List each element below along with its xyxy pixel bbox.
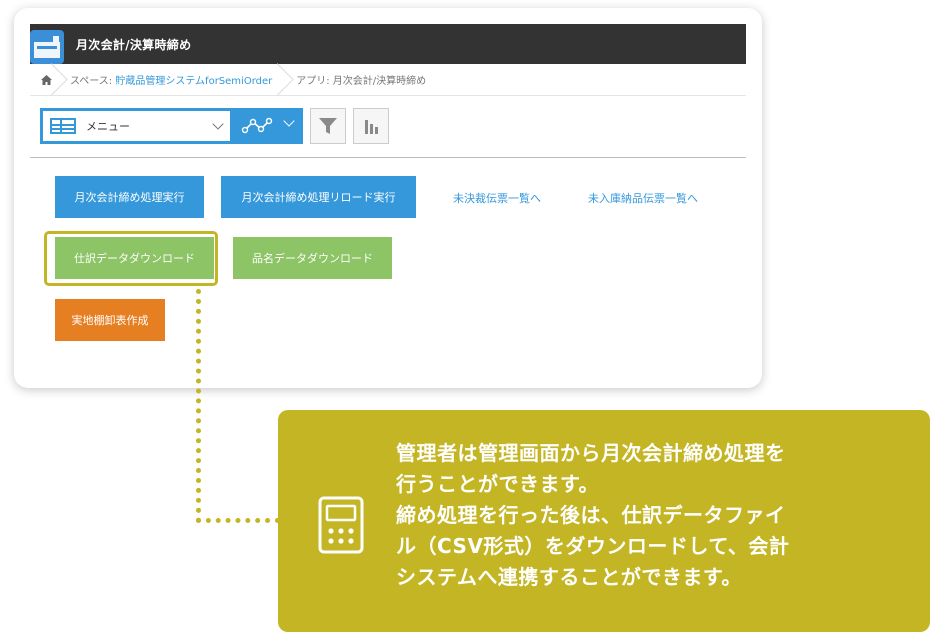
breadcrumb-space-link[interactable]: 貯蔵品管理システムforSemiOrder <box>115 76 272 87</box>
bar-chart-icon <box>365 120 378 134</box>
chevron-down-icon <box>283 115 295 127</box>
filter-icon <box>319 118 337 134</box>
item-download-button[interactable]: 品名データダウンロード <box>233 237 392 279</box>
not-received-slips-link[interactable]: 未入庫納品伝票一覧へ <box>588 190 698 206</box>
table-icon <box>50 118 76 134</box>
monthly-close-button[interactable]: 月次会計締め処理実行 <box>55 176 204 218</box>
app-header: 月次会計/決算時締め <box>30 24 746 64</box>
callout-line: システムへ連携することができます。 <box>396 565 742 589</box>
app-title: 月次会計/決算時締め <box>76 37 192 52</box>
line-graph-icon <box>241 117 273 134</box>
breadcrumb-space-prefix: スペース: <box>70 76 116 87</box>
breadcrumb-app: アプリ: 月次会計/決算時締め <box>296 76 427 87</box>
view-select-label: メニュー <box>86 120 130 133</box>
callout-connector <box>196 289 201 523</box>
breadcrumb-separator <box>56 64 70 96</box>
view-toolbar: メニュー <box>40 108 389 144</box>
callout-line: 管理者は管理画面から月次会計締め処理を <box>396 441 786 465</box>
unsettled-slips-link[interactable]: 未決裁伝票一覧へ <box>453 190 541 206</box>
app-building-icon <box>30 30 64 64</box>
inventory-sheet-button[interactable]: 実地棚卸表作成 <box>55 299 165 341</box>
callout-box: 管理者は管理画面から月次会計締め処理を 行うことができます。 締め処理を行った後… <box>278 410 930 632</box>
callout-connector <box>196 518 280 523</box>
graph-select-button[interactable] <box>233 108 303 144</box>
callout-line: 締め処理を行った後は、仕訳データファイ <box>396 503 786 527</box>
filter-button[interactable] <box>310 108 346 144</box>
highlight-frame <box>44 231 218 286</box>
calculator-icon <box>318 496 364 554</box>
monthly-close-reload-button[interactable]: 月次会計締め処理リロード実行 <box>221 176 416 218</box>
breadcrumb: スペース: 貯蔵品管理システムforSemiOrder アプリ: 月次会計/決算… <box>30 64 746 96</box>
callout-line: ル（CSV形式）をダウンロードして、会計 <box>396 534 790 558</box>
callout-text: 管理者は管理画面から月次会計締め処理を 行うことができます。 締め処理を行った後… <box>396 438 916 593</box>
toolbar-divider <box>30 157 746 158</box>
breadcrumb-space[interactable]: スペース: 貯蔵品管理システムforSemiOrder <box>70 72 282 87</box>
breadcrumb-separator <box>282 64 296 96</box>
chart-button[interactable] <box>353 108 389 144</box>
view-select[interactable]: メニュー <box>40 108 233 144</box>
callout-line: 行うことができます。 <box>396 472 599 496</box>
chevron-down-icon <box>212 118 224 130</box>
